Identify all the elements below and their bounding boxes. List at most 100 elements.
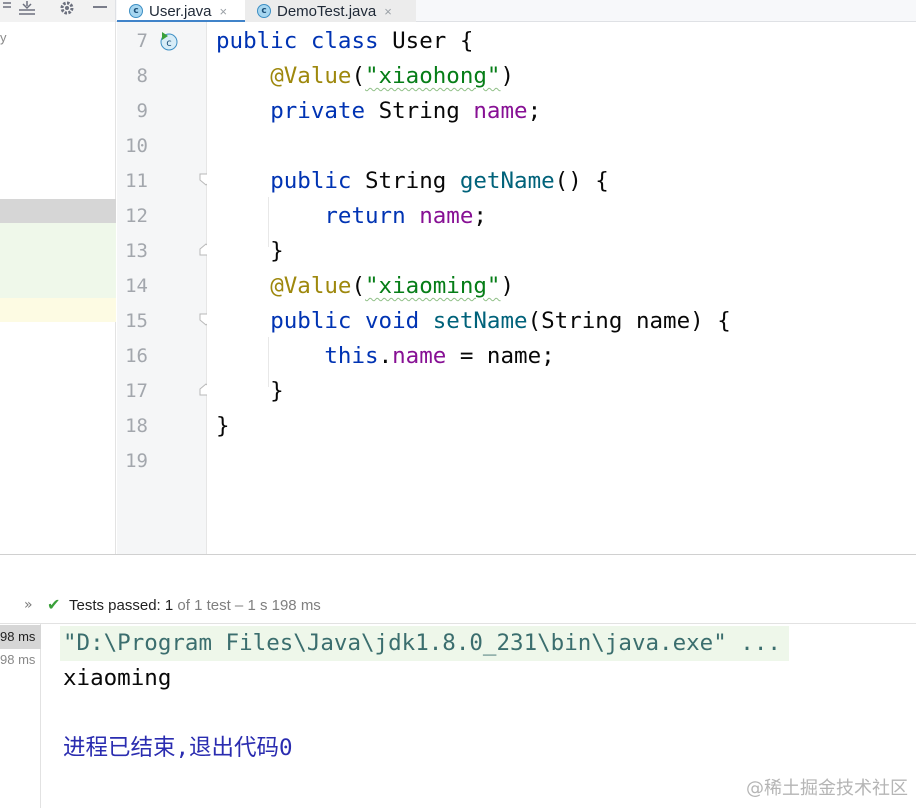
- test-passed-icon: ✔: [47, 595, 61, 614]
- line-number[interactable]: 17: [125, 374, 148, 409]
- code-token: public: [216, 28, 311, 54]
- code-token: ): [500, 273, 515, 299]
- run-toolbar: » ✔ Tests passed: 1 of 1 test – 1 s 198 …: [0, 589, 916, 623]
- line-number[interactable]: 7: [137, 24, 148, 59]
- code-token: this: [324, 343, 379, 369]
- java-class-icon: c: [257, 4, 271, 18]
- code-token: }: [216, 413, 230, 439]
- line-number[interactable]: 19: [125, 444, 148, 479]
- close-icon[interactable]: ×: [220, 4, 228, 19]
- project-tree-caret-row: [0, 298, 116, 322]
- code-token: = name;: [446, 343, 555, 369]
- code-line[interactable]: }: [216, 409, 230, 444]
- line-number[interactable]: 10: [125, 129, 148, 164]
- line-number[interactable]: 16: [125, 339, 148, 374]
- collapse-icon[interactable]: [2, 1, 12, 19]
- line-number[interactable]: 9: [137, 94, 148, 129]
- tab-demotest-java[interactable]: c DemoTest.java ×: [245, 0, 416, 22]
- code-token: void: [365, 308, 433, 334]
- code-line[interactable]: @Value("xiaoming"): [216, 269, 514, 304]
- code-token: public: [270, 308, 366, 334]
- console-exit-message: 进程已结束,退出代码0: [63, 735, 293, 761]
- status-detail: of 1 test – 1 s 198 ms: [173, 597, 321, 614]
- code-line[interactable]: public void setName(String name) {: [216, 304, 731, 339]
- code-token: @Value: [270, 63, 352, 89]
- code-line[interactable]: @Value("xiaohong"): [216, 59, 514, 94]
- test-tree-row-selected[interactable]: 98 ms: [0, 625, 41, 649]
- code-token: @Value: [270, 273, 352, 299]
- code-token: (String name) {: [527, 308, 731, 334]
- code-token: ;: [473, 203, 487, 229]
- code-token: class: [310, 28, 393, 54]
- status-count: 1: [164, 597, 174, 614]
- code-line[interactable]: public class User {: [216, 24, 473, 59]
- code-token: name: [419, 203, 474, 229]
- code-line[interactable]: return name;: [216, 199, 487, 234]
- console-stdout-line: xiaoming: [63, 665, 172, 691]
- code-token: }: [216, 238, 284, 264]
- code-token: String: [378, 98, 474, 124]
- code-token: (: [351, 63, 366, 89]
- code-token: setName: [432, 308, 528, 334]
- tab-label: DemoTest.java: [277, 2, 377, 20]
- line-number[interactable]: 14: [125, 269, 148, 304]
- code-token: name: [473, 98, 528, 124]
- code-editor[interactable]: public class User { @Value("xiaohong") p…: [207, 22, 916, 554]
- code-token: return: [324, 203, 420, 229]
- close-icon[interactable]: ×: [384, 4, 392, 19]
- code-token: getName: [459, 168, 555, 194]
- line-number[interactable]: 18: [125, 409, 148, 444]
- code-token: name: [392, 343, 447, 369]
- code-token: User {: [392, 28, 474, 54]
- collapse-all-icon[interactable]: [18, 1, 36, 19]
- java-class-icon: c: [129, 4, 143, 18]
- code-token: private: [270, 98, 379, 124]
- line-number[interactable]: 13: [125, 234, 148, 269]
- line-number[interactable]: 12: [125, 199, 148, 234]
- status-label: Tests passed:: [69, 597, 165, 614]
- line-number[interactable]: 11: [125, 164, 148, 199]
- code-token: .: [378, 343, 393, 369]
- watermark: @稀土掘金技术社区: [746, 778, 908, 799]
- tab-label: User.java: [149, 2, 212, 20]
- code-line[interactable]: }: [216, 234, 284, 269]
- settings-icon[interactable]: [58, 1, 76, 19]
- run-class-icon[interactable]: c: [159, 31, 179, 51]
- project-tree-highlight: [0, 223, 116, 298]
- code-line[interactable]: }: [216, 374, 284, 409]
- code-token: "xiaohong": [365, 63, 501, 89]
- project-panel: y: [0, 22, 116, 554]
- tab-user-java[interactable]: c User.java ×: [117, 0, 245, 22]
- line-number-gutter[interactable]: 7 8 9 10 11 12 13 14 15 16 17 18 19 c: [117, 22, 213, 554]
- code-line[interactable]: public String getName() {: [216, 164, 609, 199]
- run-tool-window: » ✔ Tests passed: 1 of 1 test – 1 s 198 …: [0, 555, 916, 808]
- code-token: (: [351, 273, 366, 299]
- project-tree-selected-row[interactable]: [0, 199, 116, 223]
- code-token: () {: [554, 168, 609, 194]
- line-number[interactable]: 8: [137, 59, 148, 94]
- project-tree-text: y: [0, 30, 7, 45]
- test-tree-row[interactable]: 98 ms: [0, 652, 35, 668]
- code-token: public: [270, 168, 366, 194]
- code-token: ;: [527, 98, 542, 124]
- code-token: }: [216, 378, 284, 404]
- code-token: String: [365, 168, 460, 194]
- code-token: ): [500, 63, 515, 89]
- console-command-line: "D:\Program Files\Java\jdk1.8.0_231\bin\…: [60, 626, 789, 661]
- expand-chevron-icon[interactable]: »: [24, 597, 33, 613]
- test-status: Tests passed: 1 of 1 test – 1 s 198 ms: [69, 597, 321, 614]
- code-token: "xiaoming": [365, 273, 501, 299]
- minimize-icon[interactable]: [92, 1, 108, 19]
- project-toolbar: [0, 0, 116, 22]
- line-number[interactable]: 15: [125, 304, 148, 339]
- code-line[interactable]: this.name = name;: [216, 339, 555, 374]
- test-results-tree[interactable]: 98 ms 98 ms: [0, 624, 41, 808]
- code-line[interactable]: private String name;: [216, 94, 541, 129]
